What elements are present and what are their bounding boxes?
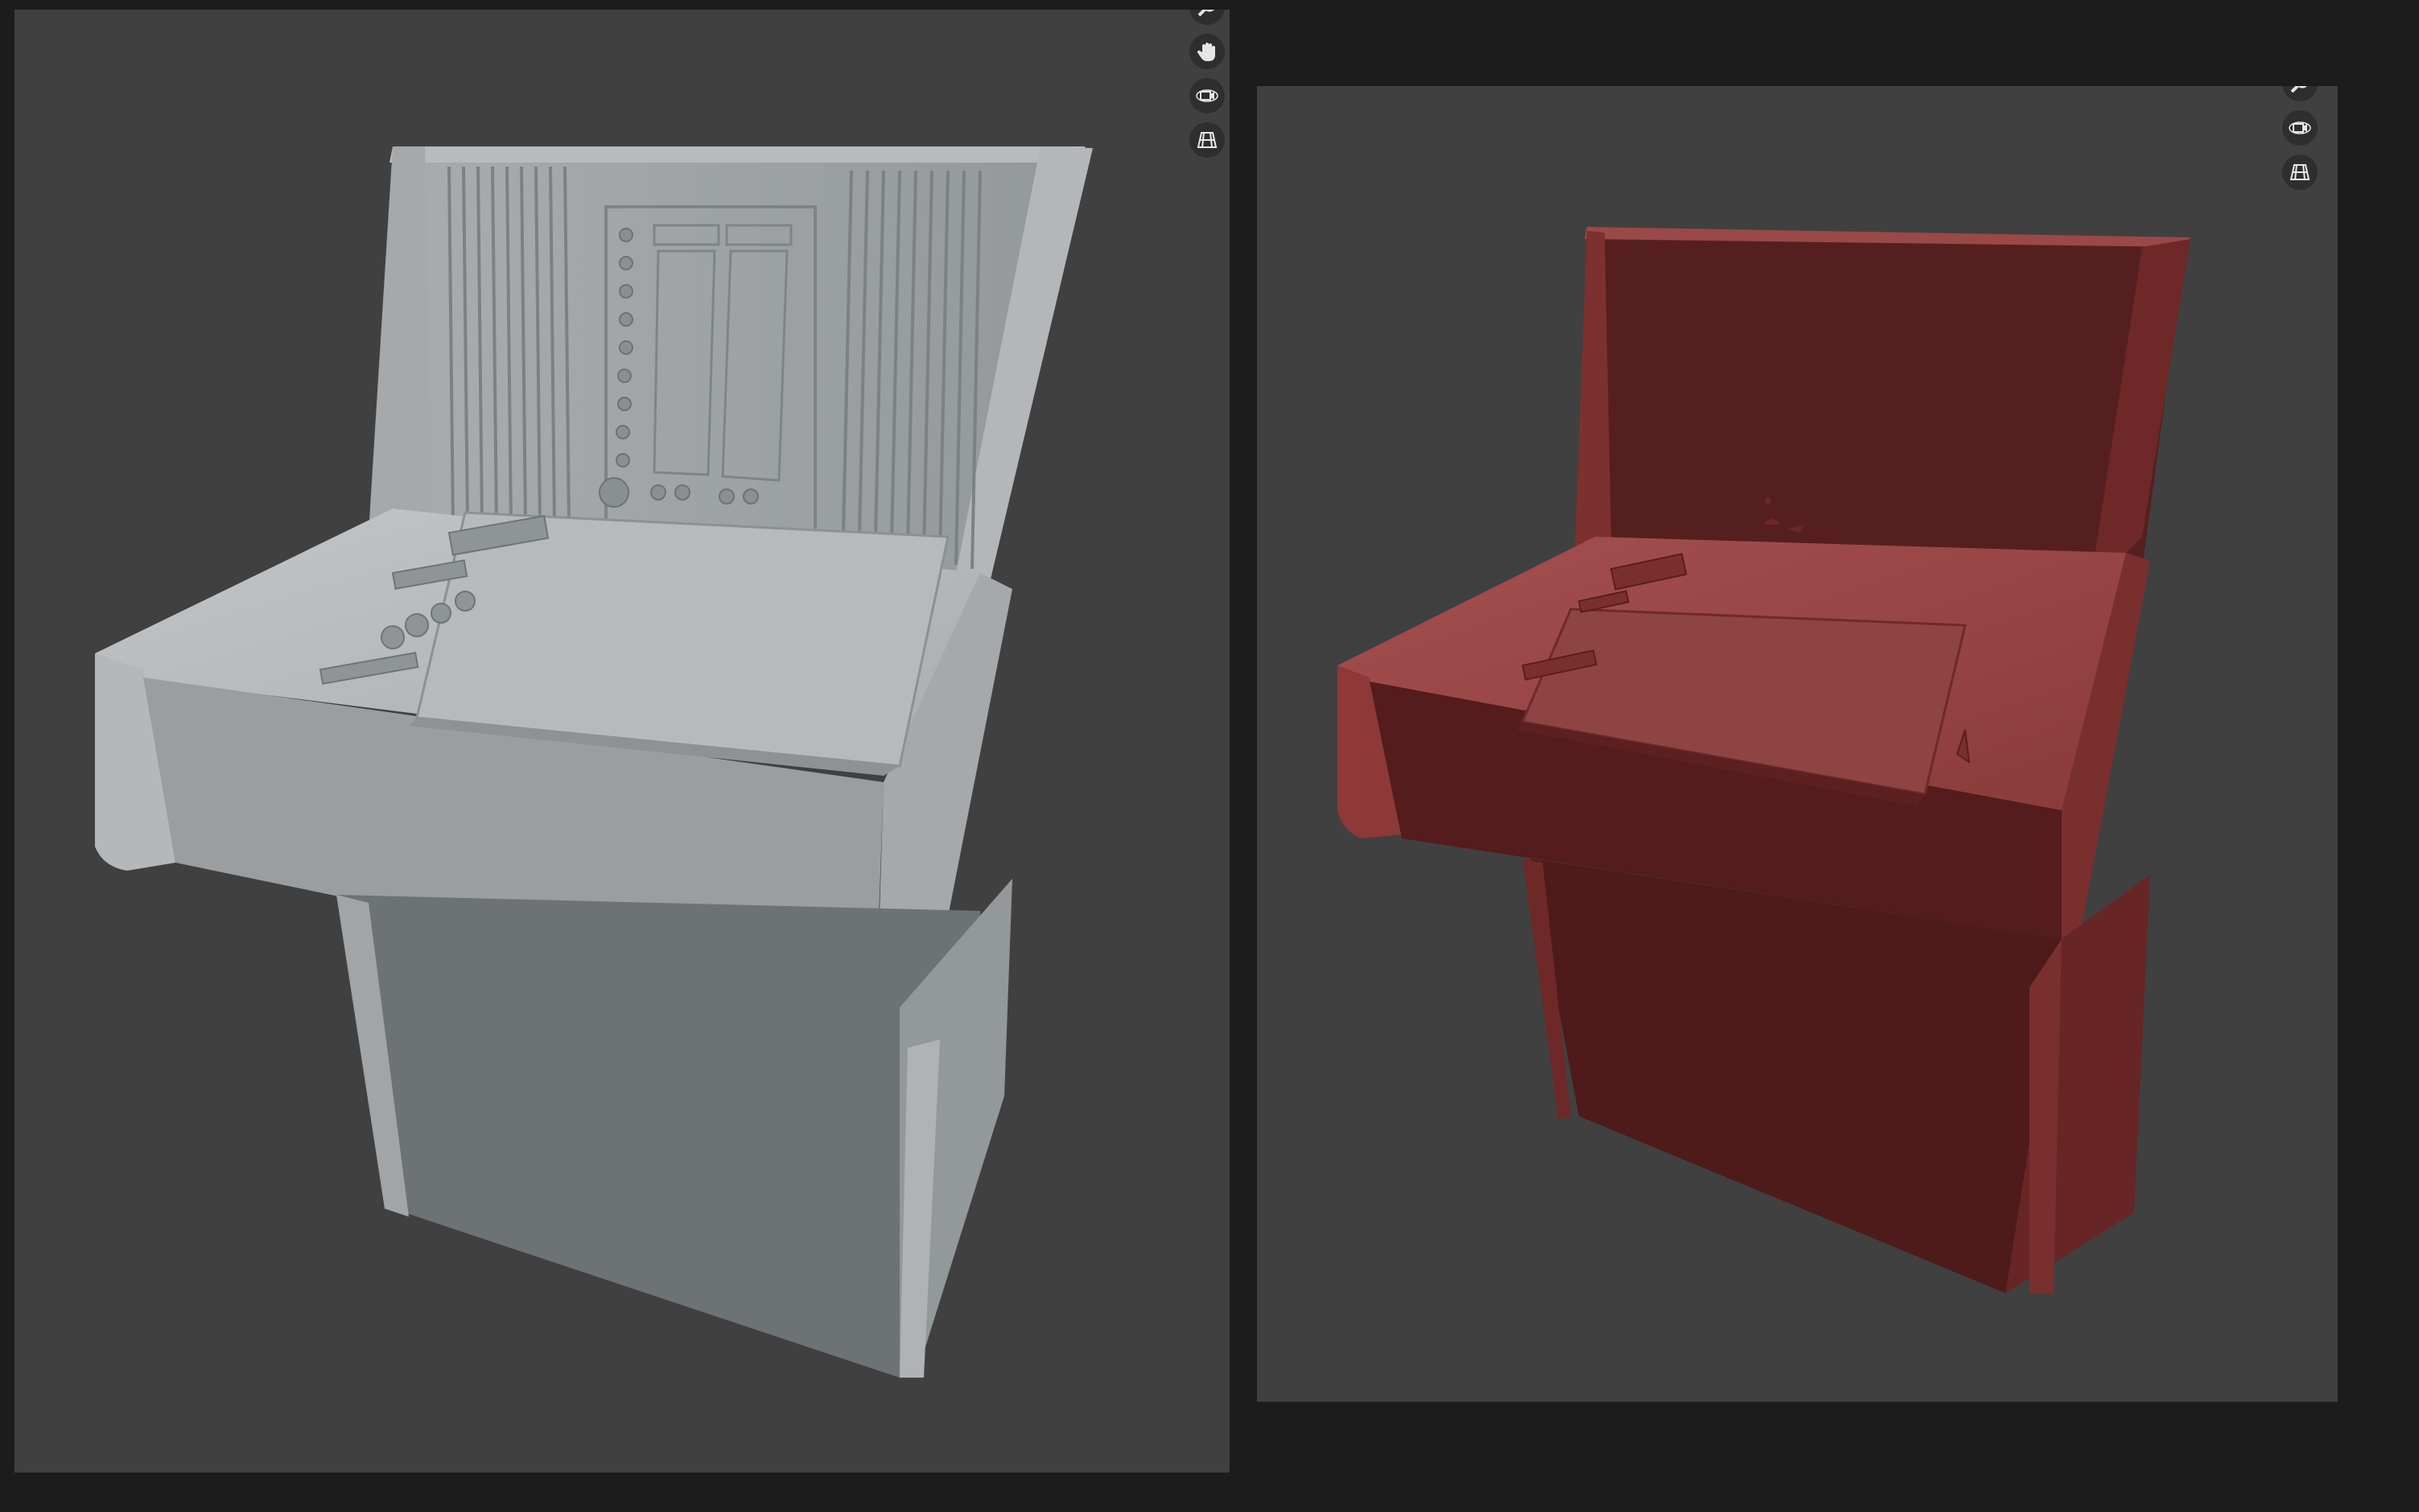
navigation-gizmo-right bbox=[2282, 86, 2318, 190]
zoom-icon[interactable] bbox=[1189, 10, 1225, 25]
ortho-grid-icon[interactable] bbox=[1189, 122, 1225, 158]
zoom-icon[interactable] bbox=[2282, 86, 2318, 101]
camera-orbit-icon[interactable] bbox=[2282, 110, 2318, 146]
right-viewport[interactable] bbox=[1257, 86, 2338, 1402]
navigation-gizmo-left bbox=[1189, 10, 1225, 158]
left-viewport[interactable] bbox=[14, 10, 1230, 1473]
console-model-grey[interactable] bbox=[14, 10, 1230, 1473]
hand-pan-icon[interactable] bbox=[1189, 34, 1225, 69]
console-model-red[interactable] bbox=[1257, 86, 2338, 1402]
camera-orbit-icon[interactable] bbox=[1189, 78, 1225, 113]
ortho-grid-icon[interactable] bbox=[2282, 154, 2318, 190]
